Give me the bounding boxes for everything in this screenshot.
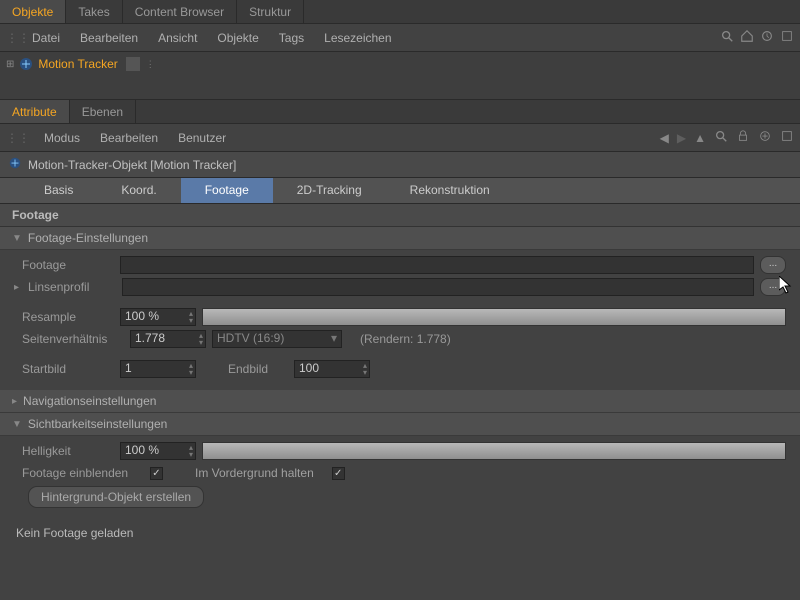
aspect-field[interactable]: 1.778▴▾ (130, 330, 206, 348)
nav-up-icon[interactable]: ▲ (694, 131, 706, 145)
home-icon[interactable] (740, 29, 754, 46)
label-seitenverhaeltnis: Seitenverhältnis (14, 332, 124, 346)
label-startbild: Startbild (14, 362, 114, 376)
lens-profile-field[interactable] (122, 278, 754, 296)
label-vordergrund: Im Vordergrund halten (195, 466, 314, 480)
attribute-menubar: ⋮⋮ Modus Bearbeiten Benutzer ◀ ▶ ▲ (0, 124, 800, 152)
layer-dot-icon[interactable]: ⋮ (146, 59, 155, 70)
motion-tracker-icon (18, 56, 34, 72)
subtab-footage[interactable]: Footage (181, 178, 273, 203)
group-navigation-settings[interactable]: ▸ Navigationseinstellungen (0, 390, 800, 413)
panel-tabs-top: Objekte Takes Content Browser Struktur (0, 0, 800, 24)
startbild-field[interactable]: 1▴▾ (120, 360, 196, 378)
menu-bearbeiten[interactable]: Bearbeiten (70, 27, 148, 49)
new-icon[interactable] (758, 129, 772, 146)
menu-benutzer[interactable]: Benutzer (168, 127, 236, 149)
object-name[interactable]: Motion Tracker (38, 57, 117, 71)
attribute-sub-tabs: Basis Koord. Footage 2D-Tracking Rekonst… (0, 178, 800, 204)
status-text: Kein Footage geladen (0, 520, 800, 546)
footage-browse-button[interactable]: ... (760, 256, 786, 274)
menu-ansicht[interactable]: Ansicht (148, 27, 207, 49)
lock-icon[interactable] (736, 129, 750, 146)
grip-icon: ⋮⋮ (6, 31, 18, 45)
motion-tracker-icon (8, 156, 22, 173)
expand-arrow-icon: ▸ (12, 396, 17, 407)
expand-icon[interactable]: ⊞ (6, 59, 14, 70)
label-helligkeit: Helligkeit (14, 444, 114, 458)
label-endbild: Endbild (228, 362, 288, 376)
subtab-basis[interactable]: Basis (20, 178, 97, 203)
attribute-panel-tabs: Attribute Ebenen (0, 100, 800, 124)
menu-datei[interactable]: Datei (22, 27, 70, 49)
object-manager-menubar: ⋮⋮ Datei Bearbeiten Ansicht Objekte Tags… (0, 24, 800, 52)
expand-arrow-icon[interactable]: ▸ (14, 282, 22, 293)
group-footage-settings[interactable]: ▼ Footage-Einstellungen (0, 227, 800, 250)
resample-field[interactable]: 100 %▴▾ (120, 308, 196, 326)
create-background-object-button[interactable]: Hintergrund-Objekt erstellen (28, 486, 204, 508)
grip-icon: ⋮⋮ (6, 131, 30, 145)
tab-content-browser[interactable]: Content Browser (123, 0, 237, 23)
tab-objekte[interactable]: Objekte (0, 0, 66, 23)
render-aspect-text: (Rendern: 1.778) (348, 332, 451, 346)
object-manager-tree: ⊞ Motion Tracker ⋮ (0, 52, 800, 100)
brightness-field[interactable]: 100 %▴▾ (120, 442, 196, 460)
footage-einblenden-checkbox[interactable]: ✓ (150, 467, 163, 480)
object-type-title: Motion-Tracker-Objekt [Motion Tracker] (28, 158, 236, 172)
label-footage: Footage (14, 258, 114, 272)
group-label: Sichtbarkeitseinstellungen (28, 417, 167, 431)
vordergrund-checkbox[interactable]: ✓ (332, 467, 345, 480)
subtab-koord[interactable]: Koord. (97, 178, 180, 203)
nav-fwd-icon[interactable]: ▶ (677, 131, 686, 145)
object-type-header: Motion-Tracker-Objekt [Motion Tracker] (0, 152, 800, 178)
lens-browse-button[interactable]: ... (760, 278, 786, 296)
footage-path-field[interactable] (120, 256, 754, 274)
nav-back-icon[interactable]: ◀ (660, 131, 669, 145)
section-title-footage: Footage (0, 204, 800, 227)
aspect-preset-dropdown[interactable]: HDTV (16:9) (212, 330, 342, 348)
endbild-field[interactable]: 100▴▾ (294, 360, 370, 378)
group-visibility-settings[interactable]: ▼ Sichtbarkeitseinstellungen (0, 413, 800, 436)
history-icon[interactable] (760, 29, 774, 46)
label-resample: Resample (14, 310, 114, 324)
search-icon[interactable] (714, 129, 728, 146)
collapse-arrow-icon: ▼ (12, 419, 22, 430)
menu-tags[interactable]: Tags (269, 27, 314, 49)
label-footage-einblenden: Footage einblenden (14, 466, 144, 480)
menu-bearbeiten-attr[interactable]: Bearbeiten (90, 127, 168, 149)
tab-ebenen[interactable]: Ebenen (70, 100, 136, 123)
group-label: Navigationseinstellungen (23, 394, 156, 408)
tab-takes[interactable]: Takes (66, 0, 122, 23)
maximize-icon[interactable] (780, 29, 794, 46)
maximize-icon[interactable] (780, 129, 794, 146)
brightness-slider[interactable] (202, 442, 786, 460)
menu-lesezeichen[interactable]: Lesezeichen (314, 27, 401, 49)
object-row-motion-tracker[interactable]: ⊞ Motion Tracker ⋮ (6, 56, 794, 72)
menu-modus[interactable]: Modus (34, 127, 90, 149)
collapse-arrow-icon: ▼ (12, 233, 22, 244)
tab-attribute[interactable]: Attribute (0, 100, 70, 123)
subtab-rekonstruktion[interactable]: Rekonstruktion (386, 178, 514, 203)
search-icon[interactable] (720, 29, 734, 46)
visibility-tag[interactable] (126, 57, 140, 71)
tab-struktur[interactable]: Struktur (237, 0, 304, 23)
subtab-2d-tracking[interactable]: 2D-Tracking (273, 178, 386, 203)
label-linsenprofil: Linsenprofil (28, 280, 116, 294)
resample-slider[interactable] (202, 308, 786, 326)
menu-objekte[interactable]: Objekte (207, 27, 268, 49)
group-label: Footage-Einstellungen (28, 231, 148, 245)
